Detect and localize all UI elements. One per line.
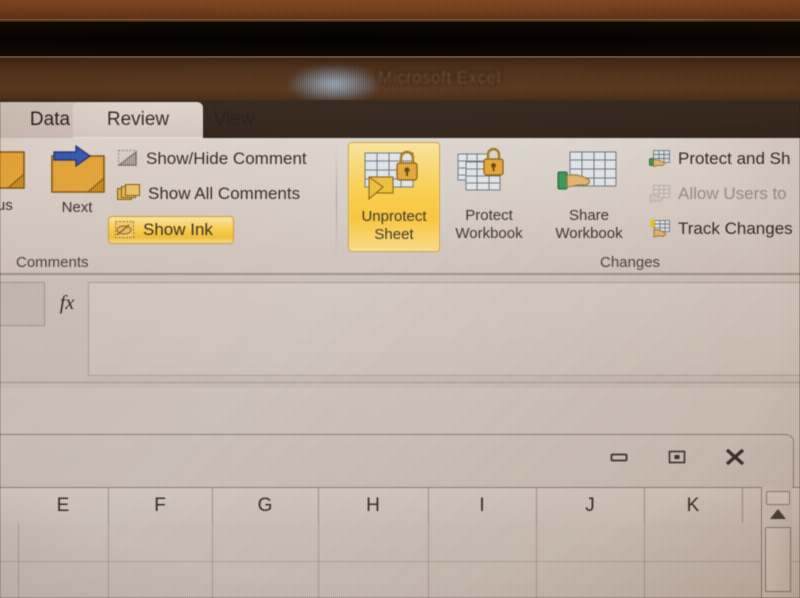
workbook-window: E F G H I J K: [0, 388, 800, 598]
column-header-H[interactable]: H: [318, 488, 429, 524]
track-changes-button[interactable]: Track Changes: [644, 216, 797, 242]
divider-bottom: [0, 382, 800, 383]
previous-comment-button[interactable]: ious: [0, 142, 36, 250]
next-comment-icon: [42, 142, 112, 198]
show-hide-comment-icon: [116, 148, 140, 170]
tab-data-label: Data: [29, 109, 71, 130]
column-header-E[interactable]: E: [18, 488, 109, 524]
workbook-restore-button[interactable]: [664, 448, 690, 466]
ribbon-tab-strip: Data Review View: [0, 100, 800, 138]
dark-band: [0, 22, 800, 56]
group-label-changes: Changes: [600, 254, 661, 271]
unprotect-sheet-label-line2: Sheet: [374, 225, 414, 243]
protect-workbook-label-line2: Workbook: [455, 224, 523, 242]
column-header-I[interactable]: I: [428, 488, 537, 524]
previous-comment-label: ious: [0, 197, 13, 214]
group-separator-1: [336, 142, 337, 260]
photographed-screen: Microsoft Excel Data Review View us Next…: [0, 0, 800, 598]
show-ink-button[interactable]: Show Ink: [108, 216, 234, 244]
vertical-scrollbar[interactable]: [761, 487, 792, 598]
group-label-comments: Comments: [16, 254, 89, 271]
column-header-J[interactable]: J: [536, 488, 645, 524]
scrollbar-thumb[interactable]: [765, 527, 791, 592]
divider-top: [0, 274, 800, 275]
track-changes-label: Track Changes: [678, 219, 793, 238]
column-header-F[interactable]: F: [108, 488, 213, 524]
app-title: Microsoft Excel: [378, 68, 501, 87]
protect-share-workbook-icon: [648, 148, 672, 170]
show-all-comments-icon: [116, 183, 142, 205]
tab-view-label: View: [213, 109, 255, 130]
title-bar-glare: [290, 66, 378, 102]
fx-label: fx: [59, 291, 75, 314]
unprotect-sheet-label-line1: Unprotect: [361, 208, 427, 225]
formula-input[interactable]: [88, 282, 800, 376]
tab-review-label: Review: [106, 109, 170, 130]
excel-application: Data Review View ious: [0, 100, 800, 598]
unprotect-sheet-button[interactable]: Unprotect Sheet: [348, 142, 440, 252]
name-box[interactable]: [0, 282, 45, 326]
tab-view[interactable]: View: [176, 102, 292, 138]
split-handle[interactable]: [766, 491, 790, 505]
insert-function-icon[interactable]: fx: [46, 286, 88, 320]
formula-bar-region: fx: [0, 273, 800, 389]
restore-icon: [668, 450, 686, 464]
allow-users-edit-ranges-icon: [648, 183, 672, 205]
show-ink-label: Show Ink: [143, 220, 213, 239]
minimize-icon: [610, 453, 628, 462]
allow-users-to-edit-ranges-button[interactable]: Allow Users to: [644, 181, 791, 207]
show-ink-icon: [113, 219, 137, 241]
share-workbook-button[interactable]: Share Workbook: [546, 142, 632, 250]
track-changes-icon: [648, 218, 672, 240]
share-workbook-icon: [554, 142, 624, 206]
protect-and-share-workbook-button[interactable]: Protect and Sh: [644, 146, 794, 172]
allow-users-to-edit-ranges-label: Allow Users to: [678, 184, 787, 203]
protect-workbook-icon: [454, 142, 524, 206]
share-workbook-label-line1: Share: [568, 207, 610, 224]
show-hide-comment-label: Show/Hide Comment: [146, 149, 307, 168]
column-header-row: E F G H I J K: [0, 487, 800, 525]
column-header-K[interactable]: K: [644, 488, 743, 524]
previous-comment-icon: [0, 142, 30, 196]
share-workbook-label-line2: Workbook: [555, 224, 623, 242]
ribbon-panel: ious Next: [0, 138, 800, 274]
next-comment-label: Next: [61, 199, 93, 216]
protect-and-share-workbook-label: Protect and Sh: [678, 149, 791, 168]
scroll-up-arrow[interactable]: [770, 509, 786, 519]
close-icon: [725, 448, 745, 466]
protect-workbook-label-line1: Protect: [465, 207, 513, 224]
column-header-G[interactable]: G: [212, 488, 319, 524]
unprotect-sheet-icon: [359, 143, 429, 207]
protect-workbook-button[interactable]: Protect Workbook: [446, 142, 532, 250]
workbook-minimize-button[interactable]: [606, 448, 632, 466]
spreadsheet-grid[interactable]: [0, 523, 800, 598]
monitor-bezel-top: [0, 0, 800, 22]
next-comment-button[interactable]: Next: [40, 142, 114, 250]
workbook-close-button[interactable]: [722, 448, 748, 466]
show-all-comments-label: Show All Comments: [148, 184, 301, 203]
show-all-comments-button[interactable]: Show All Comments: [112, 181, 304, 207]
show-hide-comment-button[interactable]: Show/Hide Comment: [112, 146, 311, 172]
